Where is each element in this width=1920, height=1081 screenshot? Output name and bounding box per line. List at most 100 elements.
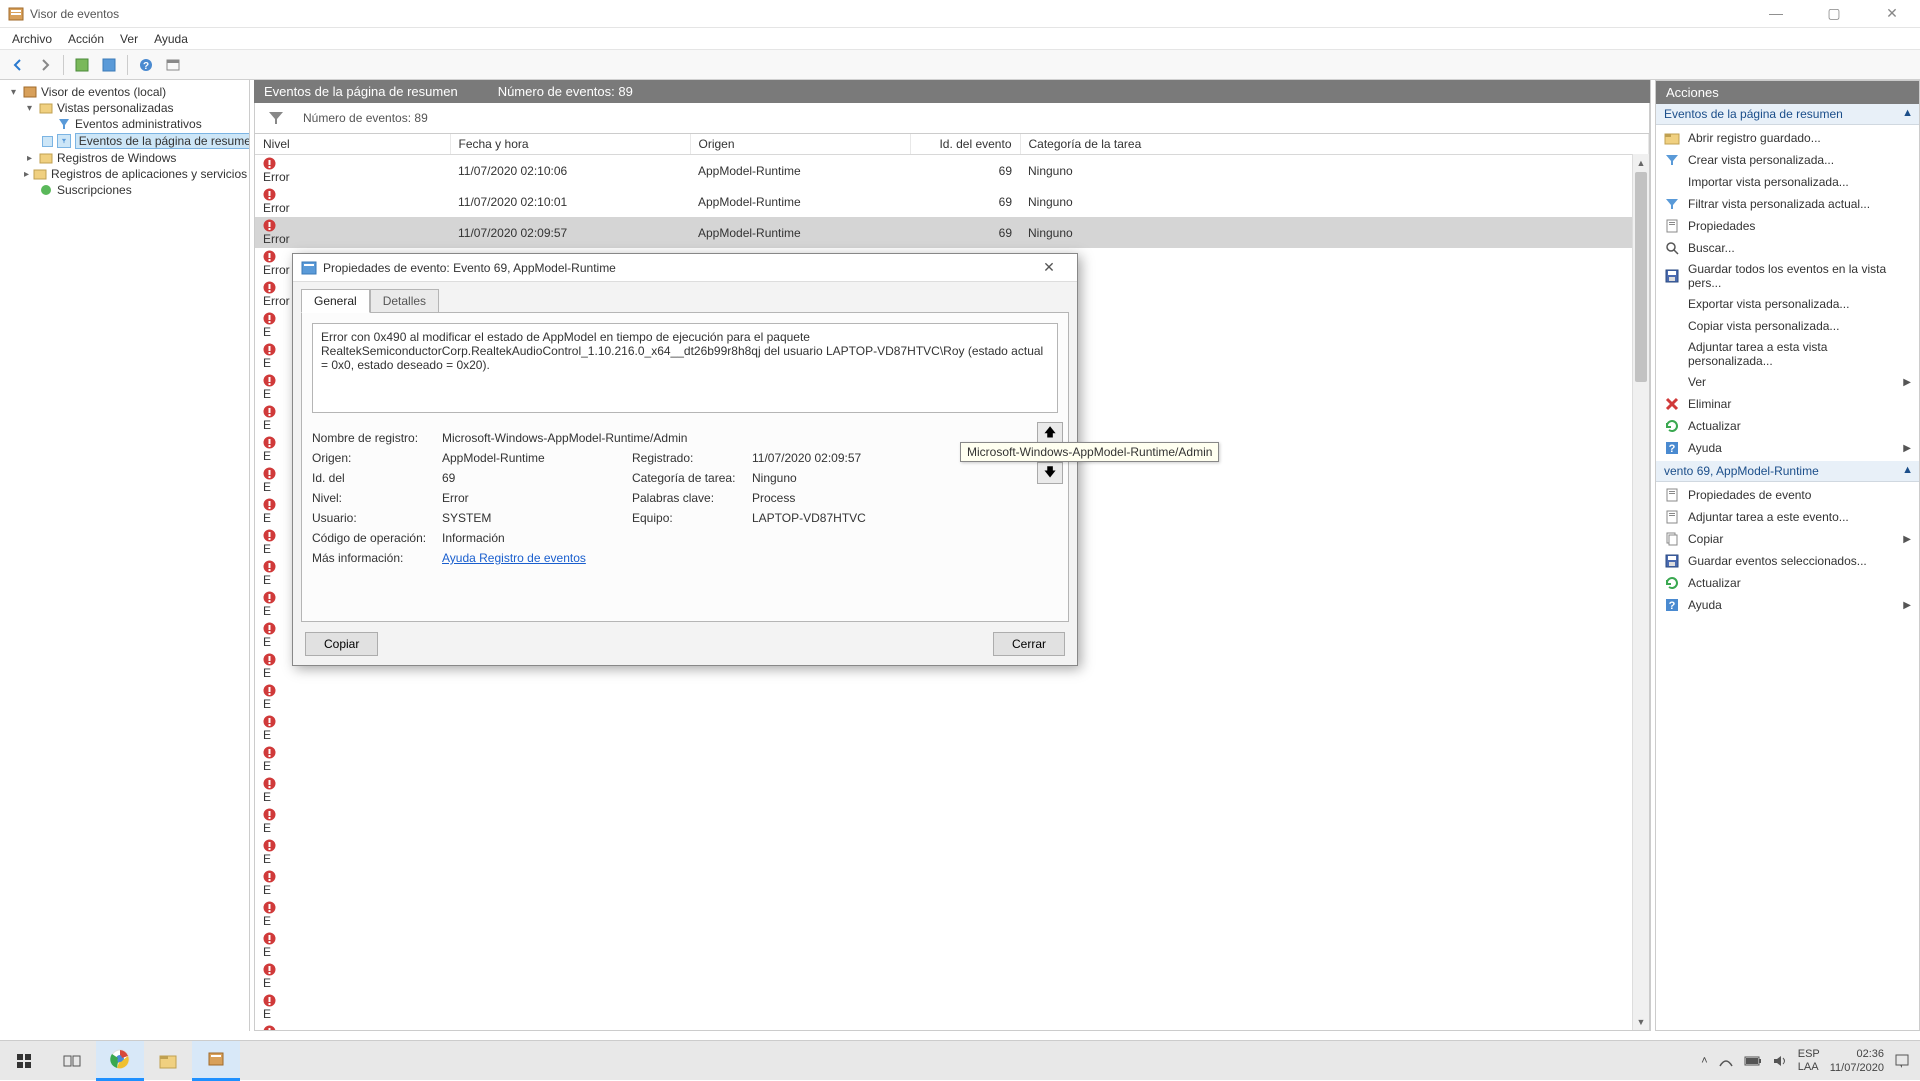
more-info-link[interactable]: Ayuda Registro de eventos [442,551,586,565]
tree-root[interactable]: ▾Visor de eventos (local) [2,84,247,100]
col-event-id[interactable]: Id. del evento [910,134,1020,155]
maximize-button[interactable]: ▢ [1814,5,1854,22]
action-item[interactable]: Adjuntar tarea a esta vista personalizad… [1656,337,1919,371]
action-item[interactable]: Actualizar [1656,572,1919,594]
taskbar-chrome[interactable] [96,1041,144,1081]
action-item[interactable]: Eliminar [1656,393,1919,415]
next-event-button[interactable]: 🡇 [1037,462,1063,484]
toolbar-btn-1[interactable] [70,53,94,77]
table-row[interactable]: E [255,682,1649,713]
action-item[interactable]: Buscar... [1656,237,1919,259]
table-row[interactable]: E [255,930,1649,961]
menu-ayuda[interactable]: Ayuda [146,30,196,48]
scroll-down-arrow[interactable]: ▼ [1633,1013,1649,1030]
col-level[interactable]: Nivel [255,134,450,155]
action-item[interactable]: Exportar vista personalizada... [1656,293,1919,315]
tray-chevron-icon[interactable]: ˄ [1701,1055,1707,1067]
tray-battery-icon[interactable] [1744,1055,1762,1067]
actions-section-1[interactable]: Eventos de la página de resumen▲ [1656,104,1919,125]
dialog-icon [301,260,317,276]
close-window-button[interactable]: ✕ [1872,5,1912,22]
toolbar-btn-2[interactable] [97,53,121,77]
collapse-icon[interactable]: ▲ [1902,107,1913,119]
tree-windows-logs[interactable]: ▸Registros de Windows [2,150,247,166]
tree-custom-views[interactable]: ▾Vistas personalizadas [2,100,247,116]
table-row[interactable]: Error11/07/2020 02:09:57AppModel-Runtime… [255,217,1649,248]
center-header: Eventos de la página de resumen Número d… [254,80,1650,103]
col-datetime[interactable]: Fecha y hora [450,134,690,155]
action-item[interactable]: Copiar▶ [1656,528,1919,550]
start-button[interactable] [0,1041,48,1081]
help-toolbar-button[interactable]: ? [134,53,158,77]
action-item[interactable]: Filtrar vista personalizada actual... [1656,193,1919,215]
vertical-scrollbar[interactable]: ▲ ▼ [1632,154,1649,1030]
menu-accion[interactable]: Acción [60,30,112,48]
tray-notifications-icon[interactable] [1894,1053,1910,1069]
table-row[interactable]: Error11/07/2020 02:10:06AppModel-Runtime… [255,155,1649,187]
close-button[interactable]: Cerrar [993,632,1065,656]
table-row[interactable]: E [255,837,1649,868]
tree-summary-events[interactable]: Eventos de la página de resumen [2,132,247,150]
actions-section-2[interactable]: vento 69, AppModel-Runtime▲ [1656,461,1919,482]
table-row[interactable]: E [255,806,1649,837]
action-label: Propiedades [1688,219,1755,233]
action-item[interactable]: Ver▶ [1656,371,1919,393]
scroll-thumb[interactable] [1635,172,1647,382]
tree-app-logs[interactable]: ▸Registros de aplicaciones y servicios [2,166,247,182]
action-item[interactable]: Actualizar [1656,415,1919,437]
table-row[interactable]: E [255,744,1649,775]
table-row[interactable]: E [255,961,1649,992]
forward-button[interactable] [33,53,57,77]
back-button[interactable] [6,53,30,77]
dialog-titlebar[interactable]: Propiedades de evento: Evento 69, AppMod… [293,254,1077,282]
tab-details[interactable]: Detalles [370,289,439,313]
action-item[interactable]: Abrir registro guardado... [1656,127,1919,149]
table-row[interactable]: Error11/07/2020 02:10:01AppModel-Runtime… [255,186,1649,217]
tree-subscriptions[interactable]: Suscripciones [2,182,247,198]
action-item[interactable]: ?Ayuda▶ [1656,594,1919,616]
scroll-up-arrow[interactable]: ▲ [1633,154,1649,171]
action-item[interactable]: Crear vista personalizada... [1656,149,1919,171]
action-item[interactable]: Guardar eventos seleccionados... [1656,550,1919,572]
tray-volume-icon[interactable] [1772,1054,1788,1068]
taskbar-event-viewer[interactable] [192,1041,240,1081]
prev-event-button[interactable]: 🡅 [1037,422,1063,444]
task-view-button[interactable] [48,1041,96,1081]
dialog-close-button[interactable]: ✕ [1029,259,1069,276]
tab-general[interactable]: General [301,289,370,313]
table-row[interactable]: E [255,713,1649,744]
action-item[interactable]: Guardar todos los eventos en la vista pe… [1656,259,1919,293]
table-row[interactable]: Error8/07/2020 16:01:03AppModel-Runtime6… [255,1023,1649,1031]
action-item[interactable]: Copiar vista personalizada... [1656,315,1919,337]
action-item[interactable]: Adjuntar tarea a este evento... [1656,506,1919,528]
event-message[interactable]: Error con 0x490 al modificar el estado d… [312,323,1058,413]
action-item[interactable]: ?Ayuda▶ [1656,437,1919,459]
col-source[interactable]: Origen [690,134,910,155]
minimize-button[interactable]: — [1756,5,1796,22]
table-row[interactable]: E [255,899,1649,930]
tray-time[interactable]: 02:36 [1830,1047,1884,1061]
tooltip: Microsoft-Windows-AppModel-Runtime/Admin [960,442,1219,462]
menu-ver[interactable]: Ver [112,30,146,48]
action-item[interactable]: Propiedades de evento [1656,484,1919,506]
menu-archivo[interactable]: Archivo [4,30,60,48]
title-bar: Visor de eventos — ▢ ✕ [0,0,1920,28]
taskbar-explorer[interactable] [144,1041,192,1081]
table-row[interactable]: E [255,868,1649,899]
label-user: Usuario: [312,511,432,525]
tray-network-icon[interactable] [1718,1054,1734,1068]
col-category[interactable]: Categoría de la tarea [1020,134,1649,155]
action-label: Actualizar [1688,576,1741,590]
submenu-arrow-icon: ▶ [1903,600,1911,611]
action-item[interactable]: Propiedades [1656,215,1919,237]
tray-lang2[interactable]: LAA [1798,1061,1820,1074]
copy-button[interactable]: Copiar [305,632,378,656]
tray-lang1[interactable]: ESP [1798,1048,1820,1061]
tray-date[interactable]: 11/07/2020 [1830,1061,1884,1075]
collapse-icon[interactable]: ▲ [1902,464,1913,476]
tree-admin-events[interactable]: Eventos administrativos [2,116,247,132]
table-row[interactable]: E [255,775,1649,806]
action-item[interactable]: Importar vista personalizada... [1656,171,1919,193]
table-row[interactable]: E [255,992,1649,1023]
toolbar-btn-4[interactable] [161,53,185,77]
